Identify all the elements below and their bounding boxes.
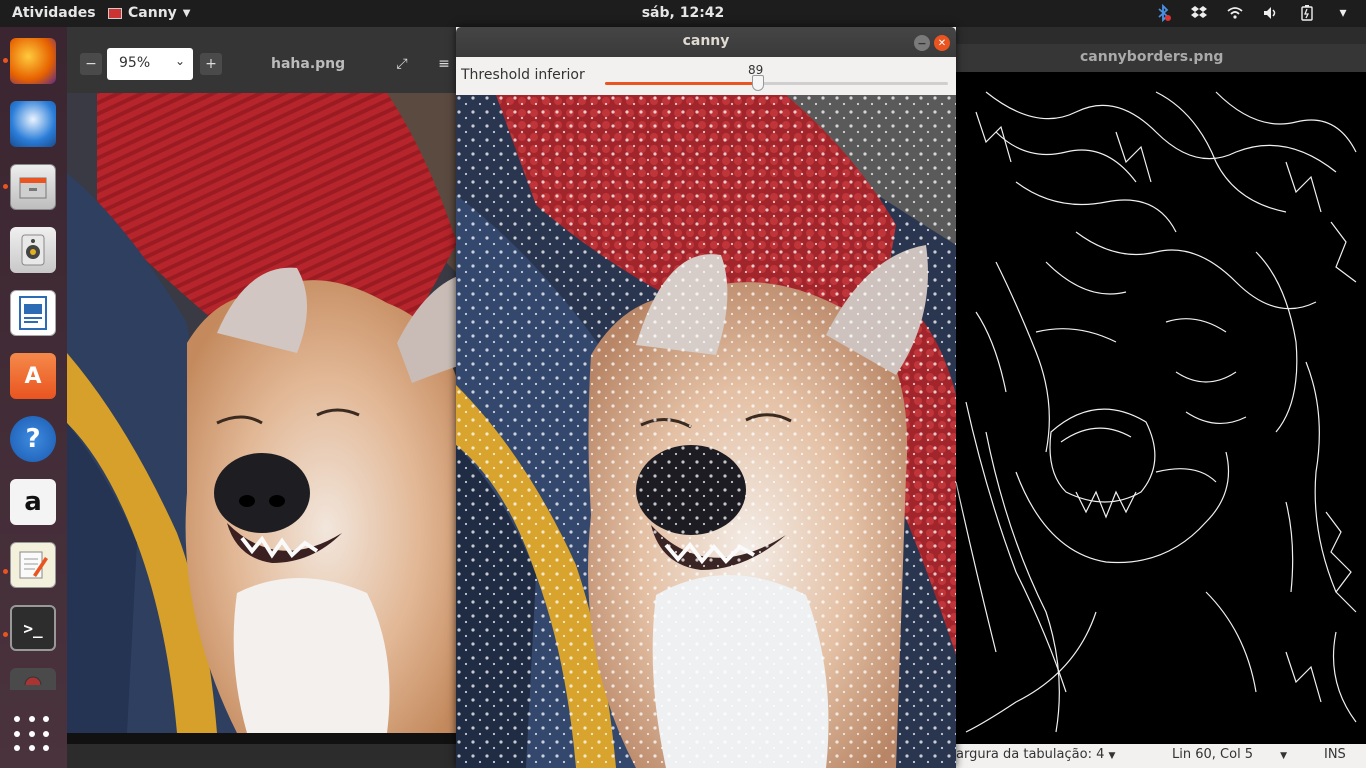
canny-edges-image: [956, 72, 1366, 742]
terminal-icon[interactable]: >_: [10, 605, 56, 651]
viewer-toolbar: − 95% ⌄ + haha.png ⤢ ≡: [67, 27, 467, 93]
edges-header: cannyborders.png: [956, 44, 1366, 72]
edges-filename: cannyborders.png: [1080, 49, 1224, 65]
tab-width-selector[interactable]: argura da tabulação: 4 ▼: [956, 747, 1115, 762]
zoom-select[interactable]: 95% ⌄: [107, 48, 193, 80]
slider-fill: [605, 82, 758, 85]
cursor-position-selector[interactable]: Lin 60, Col 5 ▼: [1172, 747, 1287, 762]
viewer-statusbar: [67, 733, 467, 744]
minimize-icon[interactable]: −: [914, 35, 930, 51]
threshold-slider[interactable]: [605, 75, 948, 91]
rhythmbox-icon[interactable]: [10, 227, 56, 273]
firefox-icon[interactable]: [10, 38, 56, 84]
ubuntu-software-icon[interactable]: A: [10, 353, 56, 399]
zoom-value: 95%: [119, 55, 151, 71]
trackbar-label: Threshold inferior: [461, 67, 585, 83]
system-tray[interactable]: ▾: [1154, 4, 1352, 22]
close-icon[interactable]: ✕: [934, 35, 950, 51]
dog-photo: [67, 93, 467, 733]
editor-window: cannyborders.png argura da tabulação: 4 …: [956, 44, 1366, 768]
slider-thumb[interactable]: [751, 75, 764, 91]
cursor-position-label: Lin 60, Col 5: [1172, 747, 1254, 762]
screenshot-icon[interactable]: [10, 668, 56, 690]
menu-icon[interactable]: ≡: [433, 53, 455, 75]
thunderbird-icon[interactable]: [10, 101, 56, 147]
top-bar: Atividades Canny ▼ sáb, 12:42 ▾: [0, 0, 1366, 27]
editor-statusbar: argura da tabulação: 4 ▼ Lin 60, Col 5 ▼…: [956, 744, 1366, 768]
stylized-dog-image: [456, 95, 956, 768]
amazon-icon[interactable]: a: [10, 479, 56, 525]
fullscreen-icon[interactable]: ⤢: [391, 53, 413, 75]
libreoffice-writer-icon[interactable]: [10, 290, 56, 336]
running-indicator: [3, 632, 8, 637]
volume-icon[interactable]: [1262, 4, 1280, 22]
running-indicator: [3, 58, 8, 63]
dropbox-icon[interactable]: [1190, 4, 1208, 22]
bluetooth-icon[interactable]: [1154, 4, 1172, 22]
show-applications-icon[interactable]: [14, 716, 52, 754]
zoom-out-button[interactable]: −: [80, 53, 102, 75]
canny-window: canny − ✕ Threshold inferior 89: [456, 27, 956, 768]
help-icon[interactable]: ?: [10, 416, 56, 462]
running-indicator: [3, 569, 8, 574]
caret-down-icon: ▼: [1108, 751, 1116, 761]
text-editor-icon[interactable]: [10, 542, 56, 588]
files-icon[interactable]: [10, 164, 56, 210]
tab-width-label: argura da tabulação: 4: [956, 747, 1105, 762]
chevron-down-icon: ⌄: [174, 54, 185, 68]
zoom-in-button[interactable]: +: [200, 53, 222, 75]
viewer-filename: haha.png: [271, 56, 346, 72]
caret-down-icon: ▼: [1257, 751, 1288, 761]
battery-icon[interactable]: [1298, 4, 1316, 22]
wifi-icon[interactable]: [1226, 4, 1244, 22]
canny-titlebar[interactable]: canny − ✕: [456, 27, 956, 57]
dock: A ? a >_: [0, 27, 67, 768]
power-menu-icon[interactable]: ▾: [1334, 4, 1352, 22]
image-viewer-window: − 95% ⌄ + haha.png ⤢ ≡: [67, 27, 467, 744]
insert-mode-indicator[interactable]: INS: [1324, 747, 1346, 762]
running-indicator: [3, 184, 8, 189]
window-title: canny: [682, 33, 730, 49]
